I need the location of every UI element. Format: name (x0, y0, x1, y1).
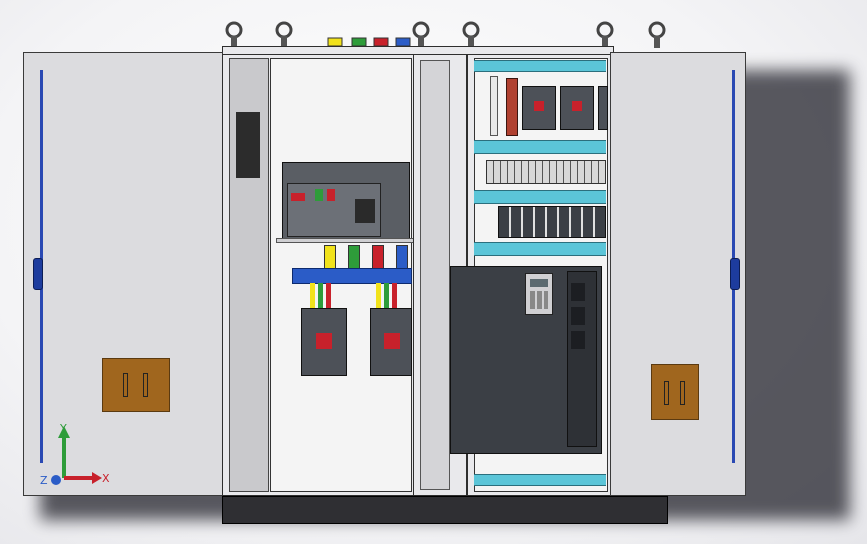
din-rail-3 (474, 190, 606, 204)
mcb-1-toggle[interactable] (534, 101, 544, 111)
main-breaker-trip-indicator (291, 193, 305, 201)
main-circuit-breaker[interactable] (282, 162, 410, 240)
mcb-2[interactable] (560, 86, 594, 130)
left-cabinet-side-slot (236, 112, 260, 178)
branch-breaker-2[interactable] (370, 308, 412, 376)
cable-green (348, 245, 360, 269)
left-door-handle[interactable] (102, 358, 170, 412)
left-door-handle-slot-1 (123, 373, 128, 397)
cabinet-plinth (222, 496, 668, 524)
cable-red (372, 245, 384, 269)
right-door-handle[interactable] (651, 364, 699, 420)
lifting-eye-2-icon (275, 21, 293, 39)
axis-x-label: X (102, 472, 110, 485)
mcb-1[interactable] (522, 86, 556, 130)
variable-frequency-drive[interactable] (450, 266, 602, 454)
lifting-eye-3-icon (412, 21, 430, 39)
vfd-vent-3 (571, 331, 585, 349)
branch-breaker-1[interactable] (301, 308, 347, 376)
breaker-mount-shelf (276, 238, 416, 243)
top-terminal-green (351, 37, 367, 47)
main-breaker-on-button[interactable] (315, 189, 323, 201)
top-terminal-yellow (327, 37, 343, 47)
right-door-latch[interactable] (730, 258, 740, 290)
coordinate-axes-triad: Y X Z (40, 422, 110, 487)
vfd-buttons[interactable] (530, 291, 548, 309)
top-terminal-blue (395, 37, 411, 47)
fuse-holder[interactable] (506, 78, 518, 136)
left-door-latch[interactable] (33, 258, 43, 290)
vfd-display (530, 279, 548, 287)
branch-breaker-2-toggle[interactable] (384, 333, 400, 349)
mcb-3[interactable] (598, 86, 608, 130)
vfd-vent-1 (571, 283, 585, 301)
din-rail-4 (474, 242, 606, 256)
axis-y-label: Y (59, 422, 67, 435)
vfd-keypad[interactable] (525, 273, 553, 315)
din-rail-5 (474, 474, 606, 486)
center-post-inner (420, 60, 450, 490)
lifting-eye-1-icon (225, 21, 243, 39)
distribution-busbar (292, 268, 412, 284)
main-breaker-off-button[interactable] (327, 189, 335, 201)
axis-z-label: Z (40, 474, 48, 487)
mcb-2-toggle[interactable] (572, 101, 582, 111)
cable-blue (396, 245, 408, 269)
left-door-handle-slot-2 (143, 373, 148, 397)
right-door-handle-slot-2 (680, 381, 685, 405)
terminal-strip-vertical (490, 76, 498, 136)
din-rail-1 (474, 60, 606, 72)
main-breaker-label-plate (355, 199, 375, 223)
right-door-handle-slot-1 (664, 381, 669, 405)
din-rail-2 (474, 140, 606, 154)
relay-row[interactable] (498, 206, 606, 238)
top-terminal-red (373, 37, 389, 47)
terminal-block-row-1 (486, 160, 606, 184)
right-door[interactable] (610, 52, 746, 496)
lifting-eye-4-icon (462, 21, 480, 39)
branch-breaker-1-toggle[interactable] (316, 333, 332, 349)
lifting-eye-5-icon (596, 21, 614, 39)
vfd-vent-2 (571, 307, 585, 325)
cable-yellow (324, 245, 336, 269)
lifting-eye-6-icon (648, 21, 666, 39)
